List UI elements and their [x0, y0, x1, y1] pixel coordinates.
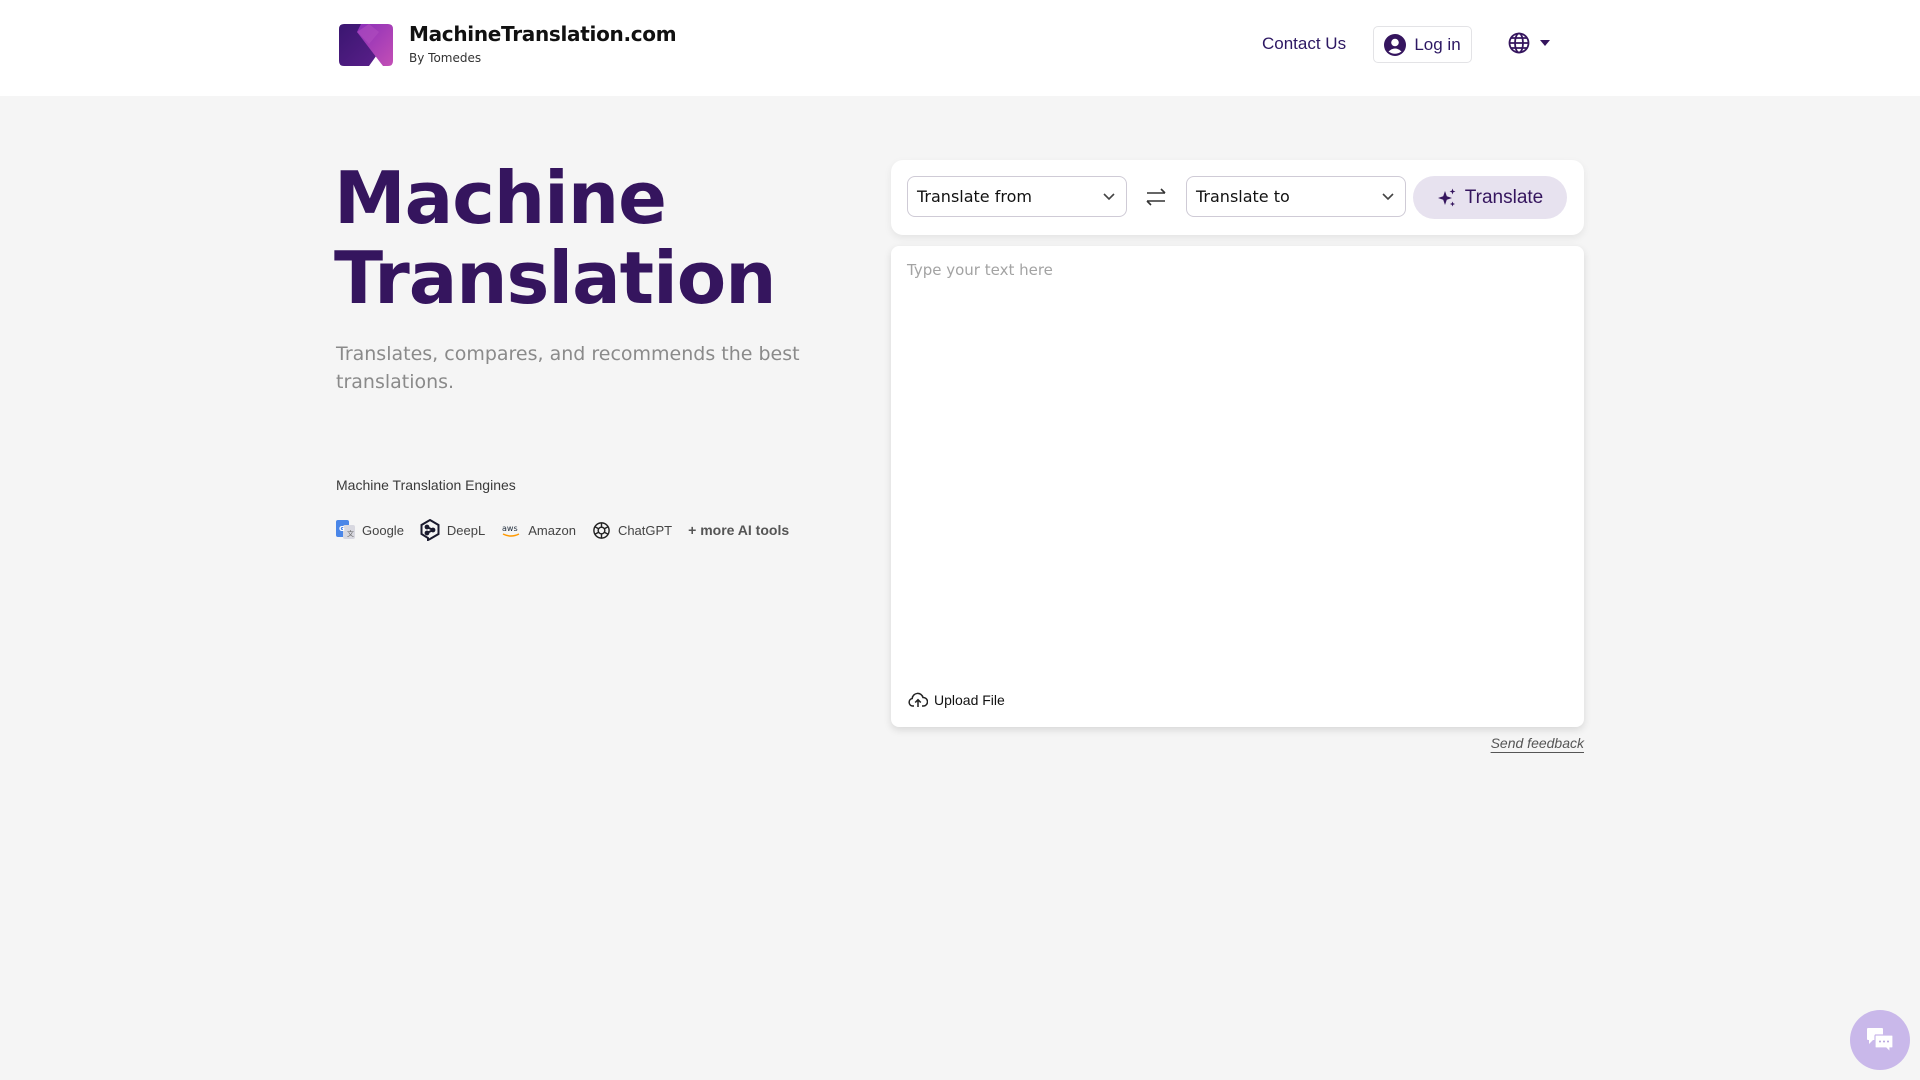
- translate-toolbar: Translate from Translate to Translate: [891, 160, 1584, 235]
- globe-icon: [1508, 32, 1530, 54]
- chat-widget-button[interactable]: [1850, 1010, 1910, 1070]
- engine-deepl: DeepL: [420, 519, 485, 541]
- language-selector[interactable]: [1508, 32, 1550, 54]
- page-title: Machine Translation: [334, 158, 776, 318]
- translate-to-select[interactable]: Translate to: [1186, 176, 1406, 217]
- page-title-line2: Translation: [334, 236, 776, 320]
- translate-button-label: Translate: [1464, 186, 1544, 208]
- translate-to-label: Translate to: [1196, 187, 1290, 206]
- translate-from-select[interactable]: Translate from: [907, 176, 1127, 217]
- user-circle-icon: [1384, 33, 1407, 56]
- deepl-icon: [420, 519, 440, 541]
- svg-text:aws: aws: [502, 524, 518, 533]
- caret-down-icon: [1540, 40, 1550, 46]
- engine-name: ChatGPT: [617, 522, 673, 538]
- page-title-line1: Machine: [334, 156, 667, 240]
- chat-bubbles-icon: [1867, 1028, 1894, 1054]
- source-text-input[interactable]: [891, 246, 1584, 666]
- engine-chatgpt: ChatGPT: [592, 521, 672, 540]
- chevron-down-icon: [1103, 192, 1115, 200]
- brand-subtitle: By Tomedes: [409, 51, 482, 65]
- swap-languages-icon[interactable]: [1144, 186, 1168, 208]
- google-translate-icon: G 文: [336, 520, 355, 539]
- send-feedback-link[interactable]: Send feedback: [1491, 735, 1584, 751]
- contact-us-link[interactable]: Contact Us: [1262, 34, 1346, 54]
- brand-title[interactable]: MachineTranslation.com: [409, 22, 677, 46]
- aws-icon: aws: [502, 524, 520, 537]
- engine-amazon: aws Amazon: [501, 522, 576, 538]
- source-text-card: Upload File: [891, 246, 1584, 727]
- engine-name: Google: [362, 522, 404, 538]
- svg-text:文: 文: [347, 529, 354, 538]
- chatgpt-icon: [593, 521, 610, 539]
- cloud-upload-icon: [908, 692, 928, 707]
- engine-google: G 文 Google: [336, 520, 404, 540]
- upload-file-label: Upload File: [934, 691, 1005, 708]
- engines-label: Machine Translation Engines: [336, 477, 516, 493]
- page-subtitle: Translates, compares, and recommends the…: [336, 343, 800, 393]
- translate-button[interactable]: Translate: [1413, 176, 1567, 219]
- sparkles-icon: [1437, 188, 1456, 206]
- translate-from-label: Translate from: [917, 187, 1032, 206]
- login-button[interactable]: Log in: [1373, 26, 1472, 63]
- site-header: MachineTranslation.com By Tomedes Contac…: [0, 0, 1920, 96]
- more-ai-tools-link[interactable]: + more AI tools: [688, 522, 789, 538]
- chevron-down-icon: [1382, 192, 1394, 200]
- upload-file-button[interactable]: Upload File: [908, 691, 1005, 708]
- engines-list: G 文 Google DeepL aws Amazon ChatGPT + mo…: [336, 519, 789, 541]
- login-label: Log in: [1414, 34, 1461, 54]
- svg-text:G: G: [339, 525, 345, 533]
- engine-name: Amazon: [528, 522, 576, 538]
- engine-name: DeepL: [446, 522, 486, 538]
- logo-icon[interactable]: [339, 24, 393, 66]
